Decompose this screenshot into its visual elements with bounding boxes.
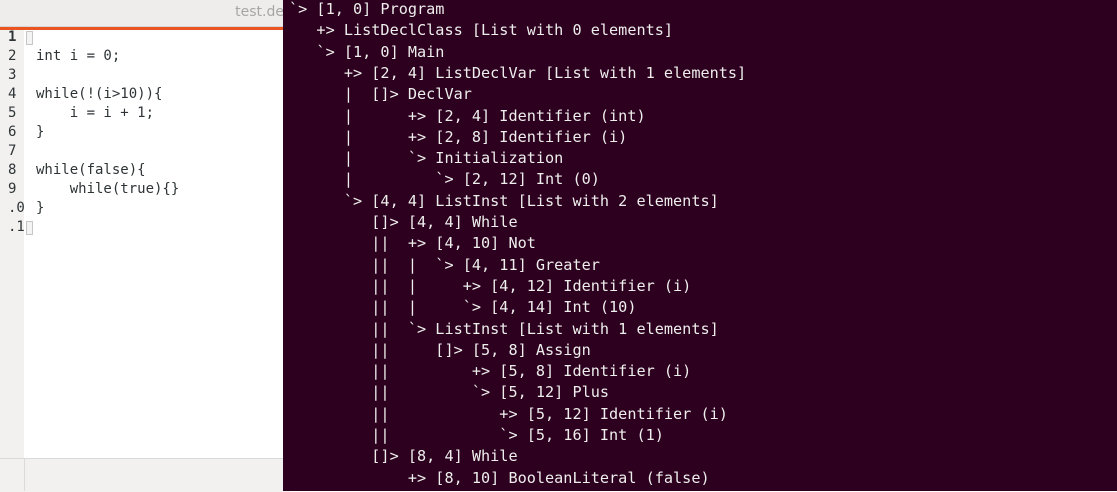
line-number: 2 <box>8 48 17 64</box>
line-number: 9 <box>8 181 17 197</box>
editor-status-bar <box>0 458 290 492</box>
bracket-match-marker <box>26 221 33 235</box>
terminal-output-line: || +> [5, 12] Identifier (i) <box>289 404 728 423</box>
text-editor-window: test.de 1 2 int i = 0; 3 4 while(!(i>10)){ 5 i… <box>0 0 290 492</box>
bracket-match-marker <box>26 31 33 45</box>
terminal-output-line: | +> [2, 4] Identifier (int) <box>289 106 646 125</box>
terminal-output-line: || `> [5, 16] Int (1) <box>289 426 664 444</box>
terminal-output-line: || `> [5, 12] Plus <box>289 383 610 402</box>
code-line-text: } <box>36 200 45 216</box>
code-line-text: while(true){} <box>36 181 180 197</box>
terminal-output-line: || | +> [4, 12] Identifier (i) <box>289 276 692 295</box>
terminal-output-line: `> [1, 0] Main <box>289 42 445 61</box>
editor-line[interactable]: 6} <box>0 123 290 141</box>
terminal-output-line: || +> [5, 8] Identifier (i) <box>289 362 692 381</box>
code-line-text: while(!(i>10)){ <box>36 86 163 102</box>
code-line-text: i = i + 1; <box>36 105 155 121</box>
line-number: 8 <box>8 162 17 178</box>
editor-tab-bar: test.de <box>0 0 290 27</box>
terminal-output-line: +> [2, 4] ListDeclVar [List with 1 eleme… <box>289 63 747 82</box>
line-number: 3 <box>8 67 17 83</box>
editor-tab-title[interactable]: test.de <box>235 4 284 20</box>
status-bar-divider <box>24 458 25 491</box>
terminal-output-line: | `> [2, 12] Int (0) <box>289 170 600 189</box>
line-number: 1 <box>8 29 17 45</box>
line-number: .0 <box>8 200 25 216</box>
editor-line[interactable]: 1 <box>0 28 290 46</box>
line-number: 4 <box>8 86 17 102</box>
terminal-output-line: []> [4, 4] While <box>289 213 518 231</box>
terminal-output-line: []> [8, 4] While <box>289 447 518 466</box>
terminal-output-line: || | `> [4, 14] Int (10) <box>289 298 637 317</box>
terminal-output-line: +> [8, 10] BooleanLiteral (false) <box>289 468 710 487</box>
terminal-output-line: || `> ListInst [List with 1 elements] <box>289 319 719 338</box>
terminal-window[interactable]: `> [1, 0] Program +> ListDeclClass [List… <box>283 0 1117 491</box>
editor-line[interactable]: .0} <box>0 199 290 217</box>
editor-line[interactable]: .1 <box>0 218 290 236</box>
terminal-output-line: +> ListDeclClass [List with 0 elements] <box>289 21 674 40</box>
line-number: .1 <box>8 219 25 235</box>
terminal-output-line: `> [1, 0] Program <box>289 0 445 18</box>
terminal-output-line: | +> [2, 8] Identifier (i) <box>289 127 628 146</box>
editor-line[interactable]: 3 <box>0 66 290 84</box>
editor-line[interactable]: 9 while(true){} <box>0 180 290 198</box>
terminal-output-line: || +> [4, 10] Not <box>289 234 536 253</box>
terminal-output-line: || | `> [4, 11] Greater <box>289 255 600 274</box>
line-number: 6 <box>8 124 17 140</box>
terminal-output-line: `> [4, 4] ListInst [List with 2 elements… <box>289 191 719 210</box>
line-number: 7 <box>8 143 17 159</box>
code-line-text: } <box>36 124 45 140</box>
editor-line[interactable]: 5 i = i + 1; <box>0 104 290 122</box>
editor-line[interactable]: 2 int i = 0; <box>0 47 290 65</box>
editor-line[interactable]: 7 <box>0 142 290 160</box>
terminal-output-line: | `> Initialization <box>289 149 564 168</box>
line-number: 5 <box>8 105 17 121</box>
editor-line[interactable]: 4 while(!(i>10)){ <box>0 85 290 103</box>
code-line-text: int i = 0; <box>36 48 121 64</box>
code-line-text: while(false){ <box>36 162 146 178</box>
terminal-output-line: || []> [5, 8] Assign <box>289 340 591 359</box>
terminal-output-line: | []> DeclVar <box>289 85 472 104</box>
editor-line[interactable]: 8 while(false){ <box>0 161 290 179</box>
